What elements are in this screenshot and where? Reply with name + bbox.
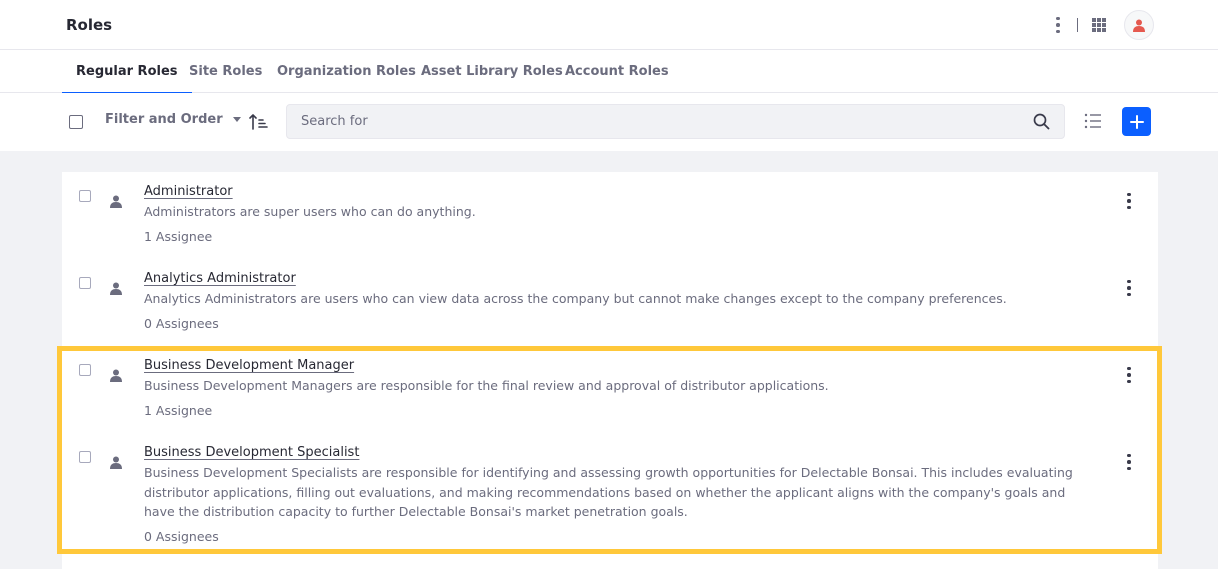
role-name-link[interactable]: Business Development Specialist xyxy=(144,445,359,460)
divider xyxy=(1077,18,1078,32)
filter-and-order-label: Filter and Order xyxy=(105,112,223,127)
plus-icon xyxy=(1129,114,1144,129)
row-checkbox[interactable] xyxy=(79,190,91,202)
role-name-link[interactable]: Analytics Administrator xyxy=(144,271,296,286)
user-icon xyxy=(110,195,122,208)
tab-regular-roles[interactable]: Regular Roles xyxy=(62,50,191,94)
management-toolbar: Filter and Order xyxy=(0,93,1218,151)
tab-organization-roles[interactable]: Organization Roles xyxy=(277,50,416,93)
tab-site-roles[interactable]: Site Roles xyxy=(189,50,262,93)
role-description: Administrators are super users who can d… xyxy=(144,204,476,219)
user-icon xyxy=(110,282,122,295)
add-role-button[interactable] xyxy=(1122,107,1151,136)
search-icon[interactable] xyxy=(1033,113,1050,130)
roles-tabs: Regular Roles Site Roles Organization Ro… xyxy=(0,50,1218,94)
role-assignees: 1 Assignee xyxy=(144,403,213,418)
filter-and-order-button[interactable]: Filter and Order xyxy=(105,112,241,127)
role-name-link[interactable]: Business Development Manager xyxy=(144,358,354,373)
search-field xyxy=(286,104,1065,139)
role-assignees: 0 Assignees xyxy=(144,316,219,331)
search-input[interactable] xyxy=(301,105,1021,138)
row-checkbox[interactable] xyxy=(79,364,91,376)
top-actions xyxy=(1049,10,1154,40)
row-actions-kebab-icon[interactable] xyxy=(1120,278,1138,298)
role-description: Analytics Administrators are users who c… xyxy=(144,291,1007,306)
sort-icon[interactable] xyxy=(248,112,268,132)
list-view-icon[interactable] xyxy=(1084,112,1102,130)
select-all-checkbox[interactable] xyxy=(69,115,83,129)
caret-down-icon xyxy=(232,117,241,122)
row-actions-kebab-icon[interactable] xyxy=(1120,191,1138,211)
apps-grid-icon[interactable] xyxy=(1092,18,1106,32)
role-name-link[interactable]: Administrator xyxy=(144,184,233,199)
row-checkbox[interactable] xyxy=(79,277,91,289)
user-avatar[interactable] xyxy=(1124,10,1154,40)
user-icon xyxy=(110,369,122,382)
page-title: Roles xyxy=(66,16,113,34)
role-description: Business Development Managers are respon… xyxy=(144,378,829,393)
user-icon xyxy=(1133,19,1145,32)
roles-list: Administrator Administrators are super u… xyxy=(62,172,1158,569)
tab-account-roles[interactable]: Account Roles xyxy=(565,50,669,93)
row-actions-kebab-icon[interactable] xyxy=(1120,452,1138,472)
role-assignees: 0 Assignees xyxy=(144,529,219,544)
tab-asset-library-roles[interactable]: Asset Library Roles xyxy=(421,50,563,93)
row-actions-kebab-icon[interactable] xyxy=(1120,365,1138,385)
row-checkbox[interactable] xyxy=(79,451,91,463)
top-bar: Roles xyxy=(0,0,1218,50)
role-assignees: 1 Assignee xyxy=(144,229,213,244)
role-description: Business Development Specialists are res… xyxy=(144,465,1073,519)
options-kebab-icon[interactable] xyxy=(1049,13,1067,37)
user-icon xyxy=(110,456,122,469)
